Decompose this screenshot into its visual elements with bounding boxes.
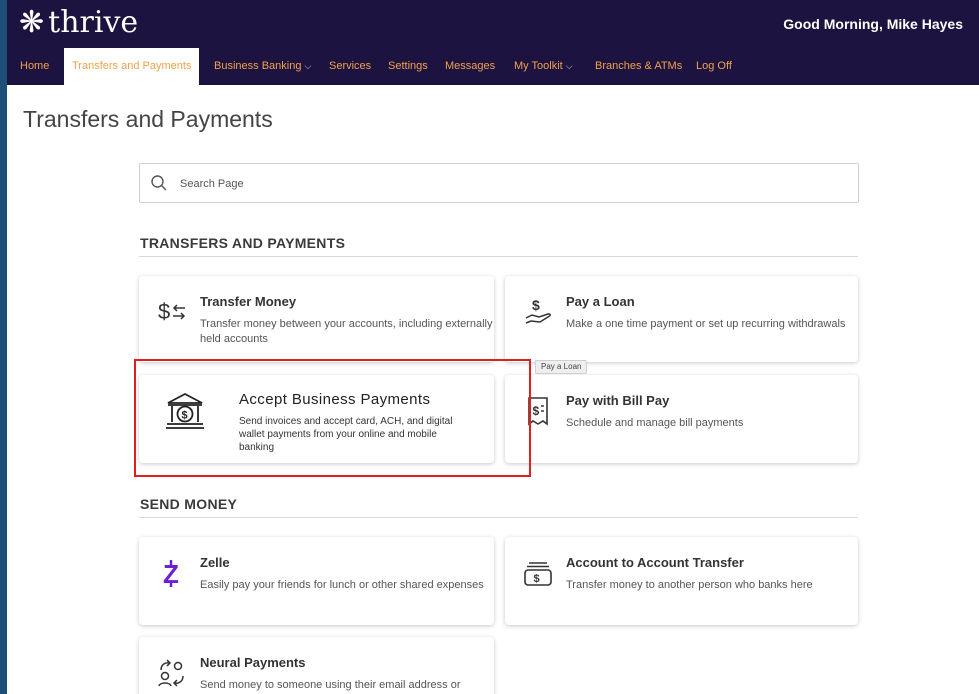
nav-my-toolkit[interactable]: My Toolkit ⌵ [510,48,577,85]
bill-receipt-icon: $ [523,395,553,427]
search-icon [151,175,167,191]
section-divider [139,256,858,257]
nav-home[interactable]: Home [15,48,54,85]
card-transfer-money[interactable]: $ Transfer Money Transfer money between … [139,276,494,362]
zelle-icon: Z [157,557,187,589]
thrive-logo[interactable]: ❋ thrive [19,4,138,42]
section-title-send-money: SEND MONEY [140,496,238,512]
logo-text: thrive [48,5,139,40]
svg-text:$: $ [158,299,170,324]
card-title: Pay a Loan [566,294,635,309]
top-header: ❋ thrive Good Morning, Mike Hayes [7,0,979,48]
card-title: Pay with Bill Pay [566,393,670,408]
chevron-down-icon: ⌵ [565,61,573,71]
card-account-to-account-transfer[interactable]: $ Account to Account Transfer Transfer m… [505,537,858,625]
svg-text:$: $ [533,404,540,418]
card-accept-business-payments[interactable]: $ Accept Business Payments Send invoices… [139,375,494,463]
card-description: Send invoices and accept card, ACH, and … [239,416,453,453]
nav-business-banking[interactable]: Business Banking ⌵ [210,48,315,85]
svg-text:$: $ [532,297,540,313]
nav-transfers-and-payments[interactable]: Transfers and Payments [64,48,200,85]
tooltip: Pay a Loan [535,360,588,374]
card-description: Transfer money between your accounts, in… [200,318,493,345]
nav-services[interactable]: Services [325,48,375,85]
nav-messages[interactable]: Messages [441,48,499,85]
card-title: Neural Payments [200,655,306,670]
chevron-down-icon: ⌵ [304,61,312,71]
svg-text:$: $ [534,573,540,585]
page-title: Transfers and Payments [23,106,273,132]
cash-transfer-icon: $ [523,557,553,589]
card-pay-with-bill-pay[interactable]: $ Pay with Bill Pay Schedule and manage … [505,375,858,463]
flower-logo-icon: ❋ [19,5,45,40]
card-description: Send money to someone using their email … [200,679,461,691]
card-description: Transfer money to another person who ban… [566,579,813,591]
search-box[interactable] [139,163,859,203]
greeting-text: Good Morning, Mike Hayes [783,16,963,32]
nav-log-off[interactable]: Log Off [692,48,736,85]
card-title: Zelle [200,555,230,570]
people-exchange-icon [157,657,187,689]
card-title: Accept Business Payments [239,391,431,408]
search-input[interactable] [180,173,830,195]
card-zelle[interactable]: Z Zelle Easily pay your friends for lunc… [139,537,494,625]
card-title: Transfer Money [200,294,297,309]
nav-branches-atms[interactable]: Branches & ATMs [591,48,686,85]
card-pay-a-loan[interactable]: $ Pay a Loan Make a one time payment or … [505,276,858,362]
dollar-transfer-icon: $ [157,296,187,328]
card-description: Easily pay your friends for lunch or oth… [200,579,484,591]
card-neural-payments[interactable]: Neural Payments Send money to someone us… [139,637,494,694]
bank-dollar-icon: $ [165,391,205,431]
hand-dollar-icon: $ [523,296,553,328]
svg-text:$: $ [182,410,188,422]
nav-settings[interactable]: Settings [384,48,432,85]
section-title-transfers-and-payments: TRANSFERS AND PAYMENTS [140,235,346,251]
left-accent-bar [0,0,7,694]
card-description: Schedule and manage bill payments [566,417,744,429]
card-title: Account to Account Transfer [566,555,744,570]
section-divider [139,517,858,518]
card-description: Make a one time payment or set up recurr… [566,318,846,330]
main-nav: Home Transfers and Payments Business Ban… [7,48,979,85]
